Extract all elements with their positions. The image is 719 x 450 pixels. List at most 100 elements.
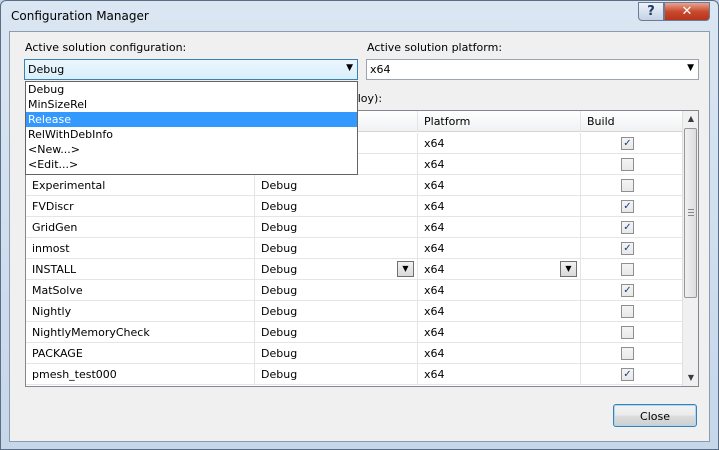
configuration-cell[interactable]: Debug <box>255 343 418 364</box>
dropdown-item-relwithdebinfo[interactable]: RelWithDebInfo <box>26 127 357 142</box>
platform-value: x64 <box>424 263 445 276</box>
build-checkbox[interactable]: ✓ <box>621 368 634 381</box>
scroll-thumb[interactable] <box>684 128 697 298</box>
project-name-cell: inmost <box>26 238 255 259</box>
configuration-cell[interactable]: Debug <box>255 217 418 238</box>
configuration-manager-window: Configuration Manager ? ✕ Active solutio… <box>0 0 719 450</box>
scroll-down-icon[interactable]: ▼ <box>683 370 698 386</box>
configuration-value: Debug <box>261 368 298 381</box>
window-title: Configuration Manager <box>11 9 149 23</box>
table-row[interactable]: INSTALL Debug ▼ x64 ▼ <box>26 259 684 280</box>
build-checkbox[interactable]: ✓ <box>621 221 634 234</box>
project-name-cell: Experimental <box>26 175 255 196</box>
configuration-cell[interactable]: Debug <box>255 364 418 385</box>
platform-value: x64 <box>424 368 445 381</box>
project-name-cell: Nightly <box>26 301 255 322</box>
build-cell: ✓ <box>581 280 684 301</box>
build-cell <box>581 259 684 280</box>
build-checkbox[interactable]: ✓ <box>621 242 634 255</box>
platform-cell[interactable]: x64 <box>418 154 581 175</box>
solution-platform-label: Active solution platform: <box>367 41 503 54</box>
platform-cell[interactable]: x64 <box>418 238 581 259</box>
table-row[interactable]: MatSolve Debug x64 ✓ <box>26 280 684 301</box>
header-build: Build <box>587 115 615 128</box>
build-checkbox[interactable] <box>621 263 634 276</box>
build-checkbox[interactable] <box>621 158 634 171</box>
platform-value: x64 <box>424 284 445 297</box>
dropdown-item-edit[interactable]: <Edit...> <box>26 157 357 172</box>
platform-cell[interactable]: x64 ▼ <box>418 259 581 280</box>
table-row[interactable]: GridGen Debug x64 ✓ <box>26 217 684 238</box>
chevron-down-icon[interactable]: ▼ <box>560 261 577 277</box>
build-checkbox[interactable] <box>621 305 634 318</box>
solution-config-combo[interactable]: Debug ▼ <box>24 59 358 80</box>
project-name-cell: INSTALL <box>26 259 255 280</box>
build-checkbox[interactable] <box>621 347 634 360</box>
platform-cell[interactable]: x64 <box>418 343 581 364</box>
build-checkbox[interactable]: ✓ <box>621 284 634 297</box>
table-row[interactable]: Nightly Debug x64 <box>26 301 684 322</box>
build-checkbox[interactable] <box>621 326 634 339</box>
configuration-cell[interactable]: Debug ▼ <box>255 259 418 280</box>
window-close-button[interactable]: ✕ <box>664 2 710 21</box>
dropdown-item-release[interactable]: Release <box>26 112 357 127</box>
build-cell: ✓ <box>581 196 684 217</box>
build-cell: ✓ <box>581 217 684 238</box>
table-row[interactable]: Experimental Debug x64 <box>26 175 684 196</box>
close-button[interactable]: Close <box>613 404 697 427</box>
platform-cell[interactable]: x64 <box>418 196 581 217</box>
platform-value: x64 <box>424 305 445 318</box>
vertical-scrollbar[interactable]: ▲ ▼ <box>682 111 698 386</box>
title-bar[interactable]: Configuration Manager ? ✕ <box>1 1 718 31</box>
table-row[interactable]: PACKAGE Debug x64 <box>26 343 684 364</box>
build-cell <box>581 301 684 322</box>
project-name-cell: FVDiscr <box>26 196 255 217</box>
project-name-cell: PACKAGE <box>26 343 255 364</box>
dialog-body: Active solution configuration: Debug ▼ A… <box>9 31 710 442</box>
dropdown-item-new[interactable]: <New...> <box>26 142 357 157</box>
table-row[interactable]: FVDiscr Debug x64 ✓ <box>26 196 684 217</box>
help-button[interactable]: ? <box>638 2 664 21</box>
project-name-cell: MatSolve <box>26 280 255 301</box>
dropdown-item-minsizerel[interactable]: MinSizeRel <box>26 97 357 112</box>
platform-cell[interactable]: x64 <box>418 133 581 154</box>
configuration-cell[interactable]: Debug <box>255 238 418 259</box>
platform-value: x64 <box>424 137 445 150</box>
configuration-value: Debug <box>261 326 298 339</box>
solution-platform-combo[interactable]: x64 ▼ <box>366 59 699 80</box>
configuration-value: Debug <box>261 200 298 213</box>
build-checkbox[interactable]: ✓ <box>621 200 634 213</box>
configuration-cell[interactable]: Debug <box>255 196 418 217</box>
build-checkbox[interactable]: ✓ <box>621 137 634 150</box>
platform-cell[interactable]: x64 <box>418 280 581 301</box>
platform-cell[interactable]: x64 <box>418 322 581 343</box>
configuration-value: Debug <box>261 347 298 360</box>
platform-cell[interactable]: x64 <box>418 175 581 196</box>
platform-value: x64 <box>424 242 445 255</box>
chevron-down-icon[interactable]: ▼ <box>397 261 414 277</box>
dropdown-item-debug[interactable]: Debug <box>26 82 357 97</box>
build-cell: ✓ <box>581 238 684 259</box>
build-checkbox[interactable] <box>621 179 634 192</box>
configuration-value: Debug <box>261 179 298 192</box>
table-row[interactable]: inmost Debug x64 ✓ <box>26 238 684 259</box>
solution-config-label: Active solution configuration: <box>25 41 187 54</box>
scroll-up-icon[interactable]: ▲ <box>683 111 698 127</box>
platform-value: x64 <box>424 326 445 339</box>
configuration-cell[interactable]: Debug <box>255 322 418 343</box>
table-row[interactable]: NightlyMemoryCheck Debug x64 <box>26 322 684 343</box>
configuration-cell[interactable]: Debug <box>255 301 418 322</box>
configuration-value: Debug <box>261 242 298 255</box>
platform-value: x64 <box>424 179 445 192</box>
configuration-cell[interactable]: Debug <box>255 280 418 301</box>
platform-value: x64 <box>424 221 445 234</box>
configuration-value: Debug <box>261 305 298 318</box>
solution-config-dropdown: Debug MinSizeRel Release RelWithDebInfo … <box>25 81 358 175</box>
chevron-down-icon: ▼ <box>687 63 694 73</box>
platform-cell[interactable]: x64 <box>418 301 581 322</box>
platform-cell[interactable]: x64 <box>418 217 581 238</box>
build-cell <box>581 154 684 175</box>
table-row[interactable]: pmesh_test000 Debug x64 ✓ <box>26 364 684 385</box>
platform-cell[interactable]: x64 <box>418 364 581 385</box>
configuration-cell[interactable]: Debug <box>255 175 418 196</box>
